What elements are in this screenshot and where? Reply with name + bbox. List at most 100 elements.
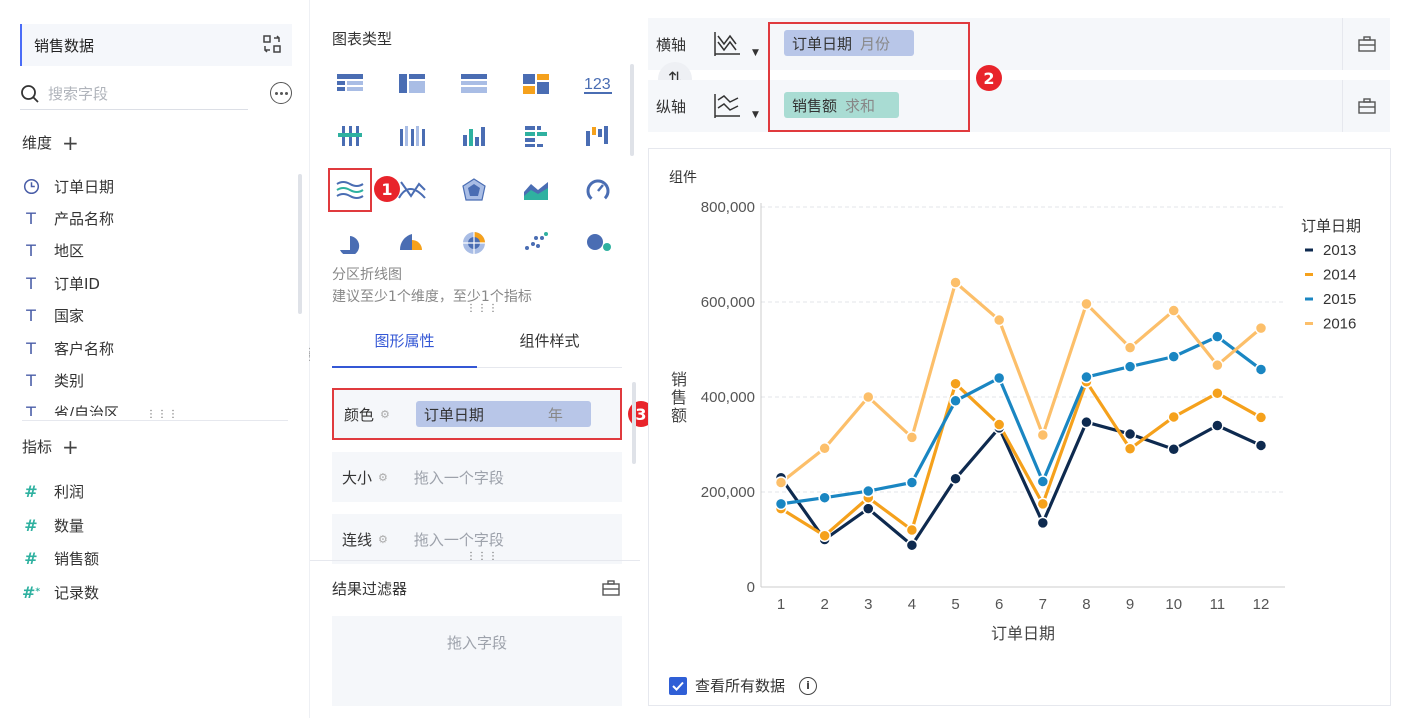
field-label: 产品名称 [54, 210, 115, 229]
scatter-chart-icon[interactable] [516, 222, 556, 262]
legend-entry-2014: 2014 [1323, 267, 1356, 284]
size-property-row[interactable]: 大小 ⚙ 拖入一个字段 [332, 452, 622, 502]
see-all-data-checkbox[interactable] [669, 676, 687, 695]
cross-line-chart-icon[interactable] [392, 170, 432, 210]
multi-layer-pie-icon[interactable] [454, 222, 494, 262]
dimension-item-region[interactable]: T 地区 [22, 235, 292, 267]
table-chart-icon[interactable] [330, 64, 370, 104]
horizontal-bar-chart-icon[interactable] [516, 116, 556, 156]
toolbox-icon[interactable] [602, 580, 620, 596]
data-point-2016 [1123, 341, 1137, 354]
toolbox-icon[interactable] [1357, 36, 1376, 52]
field-label: 数量 [54, 516, 85, 535]
bar-chart-icon[interactable] [454, 116, 494, 156]
color-property-row[interactable]: 颜色 ⚙ 订单日期 年 [332, 388, 622, 440]
data-point-2015 [1167, 350, 1180, 363]
data-point-2013 [1123, 427, 1137, 441]
measure-item-quantity[interactable]: # 数量 [22, 509, 292, 543]
data-point-2014 [1211, 386, 1224, 400]
area-chart-icon[interactable] [516, 170, 556, 210]
toolbox-icon[interactable] [1357, 98, 1376, 114]
chart-type-resize-handle[interactable]: ⋮⋮⋮ [466, 304, 499, 314]
dimension-item-category[interactable]: T 类别 [22, 364, 292, 396]
field-panel: 销售数据 维度 + 订单日期 T 产品名称 [0, 0, 310, 718]
y-axis-type-icon[interactable] [712, 92, 742, 120]
dimension-resize-handle[interactable]: ⋮⋮⋮ [146, 410, 179, 420]
tab-graphic-properties[interactable]: 图形属性 [332, 322, 477, 368]
search-field-input[interactable] [48, 84, 228, 103]
measures-title: 指标 [22, 438, 53, 456]
data-point-2013 [1036, 516, 1050, 530]
gauge-chart-icon[interactable] [578, 170, 618, 210]
data-point-2014 [949, 377, 962, 390]
multi-bar-chart-icon[interactable] [392, 116, 432, 156]
property-resize-handle[interactable]: ⋮⋮⋮ [466, 552, 499, 562]
chart-type-scrollbar[interactable] [630, 64, 634, 156]
grouped-table-chart-icon[interactable] [330, 116, 370, 156]
color-field-agg: 年 [547, 405, 563, 424]
cross-table-icon[interactable] [392, 64, 432, 104]
rose-chart-icon[interactable] [392, 222, 432, 262]
data-point-2016 [774, 476, 788, 489]
line-chart: 0200,000400,000600,000800,0001 2 3 4 5 6 7 8 9 10… [671, 199, 1361, 643]
measure-item-record-count[interactable]: # * 记录数 [22, 576, 292, 610]
chevron-down-icon[interactable]: ▼ [752, 110, 759, 120]
more-options-icon[interactable] [270, 82, 292, 104]
pie-chart-icon[interactable] [330, 222, 370, 262]
radar-chart-icon[interactable] [454, 170, 494, 210]
data-point-2015 [1123, 360, 1137, 373]
text-type-icon: T [26, 273, 36, 293]
dimension-item-order-id[interactable]: T 订单ID [22, 267, 292, 299]
dimension-scrollbar[interactable] [298, 174, 302, 314]
property-scrollbar[interactable] [632, 382, 636, 464]
data-point-2013 [1254, 439, 1268, 452]
property-tabs: 图形属性 组件样式 [332, 322, 622, 368]
data-point-2015 [818, 491, 831, 504]
selected-chart-type-hint: 建议至少1个维度，至少1个指标 [332, 289, 532, 305]
switch-dataset-icon[interactable] [262, 34, 282, 54]
axis-fields-highlight [768, 22, 970, 132]
number-chart-icon[interactable]: 123 [578, 64, 618, 104]
legend-title: 订单日期 [1301, 217, 1361, 235]
y-axis-label: 纵轴 [656, 98, 687, 116]
measure-item-sales[interactable]: # 销售额 [22, 542, 292, 576]
data-point-2016 [818, 442, 831, 455]
add-measure-icon[interactable]: + [62, 437, 79, 457]
detail-table-icon[interactable] [454, 64, 494, 104]
waterfall-chart-icon[interactable] [578, 116, 618, 156]
hash-icon: # [24, 549, 38, 569]
dimension-item-country[interactable]: T 国家 [22, 300, 292, 332]
x-tick-label: 1 [777, 596, 785, 613]
x-axis-type-icon[interactable] [712, 30, 742, 58]
field-label: 省/自治区 [54, 404, 120, 416]
add-dimension-icon[interactable]: + [62, 133, 79, 153]
info-icon[interactable]: i [799, 676, 818, 695]
result-filter-dropzone[interactable]: 拖入字段 [332, 616, 622, 706]
color-field-pill[interactable]: 订单日期 年 [415, 401, 591, 427]
data-point-2015 [1211, 330, 1224, 343]
x-tick-label: 6 [995, 596, 1003, 613]
data-point-2016 [1211, 358, 1224, 372]
text-type-icon: T [26, 371, 36, 391]
tab-component-style[interactable]: 组件样式 [477, 322, 622, 367]
dimension-item-order-date[interactable]: 订单日期 [22, 170, 292, 202]
gear-icon[interactable]: ⚙ [380, 408, 390, 421]
partition-line-chart-icon[interactable] [328, 168, 372, 212]
size-property-label: 大小 [342, 468, 373, 487]
color-property-label: 颜色 [344, 405, 375, 424]
bubble-chart-icon[interactable] [578, 222, 618, 262]
chart-config-panel: 图表类型 123 1 分区折线图 建议至少1个维度，至少1个指标 ⋮⋮⋮ 图形属… [310, 0, 654, 718]
dimension-item-product-name[interactable]: T 产品名称 [22, 202, 292, 234]
field-label: 销售额 [54, 550, 100, 569]
see-all-data-label: 查看所有数据 [695, 677, 786, 695]
field-label: 利润 [54, 483, 85, 502]
dataset-selector[interactable]: 销售数据 [20, 24, 292, 66]
dimension-item-customer-name[interactable]: T 客户名称 [22, 332, 292, 364]
chevron-down-icon[interactable]: ▼ [752, 48, 759, 58]
measures-header: 指标 + [22, 436, 79, 457]
x-tick-label: 2 [820, 596, 828, 613]
gear-icon[interactable]: ⚙ [378, 471, 388, 484]
gear-icon[interactable]: ⚙ [378, 533, 388, 546]
kpi-card-icon[interactable] [516, 64, 556, 104]
measure-item-profit[interactable]: # 利润 [22, 475, 292, 509]
